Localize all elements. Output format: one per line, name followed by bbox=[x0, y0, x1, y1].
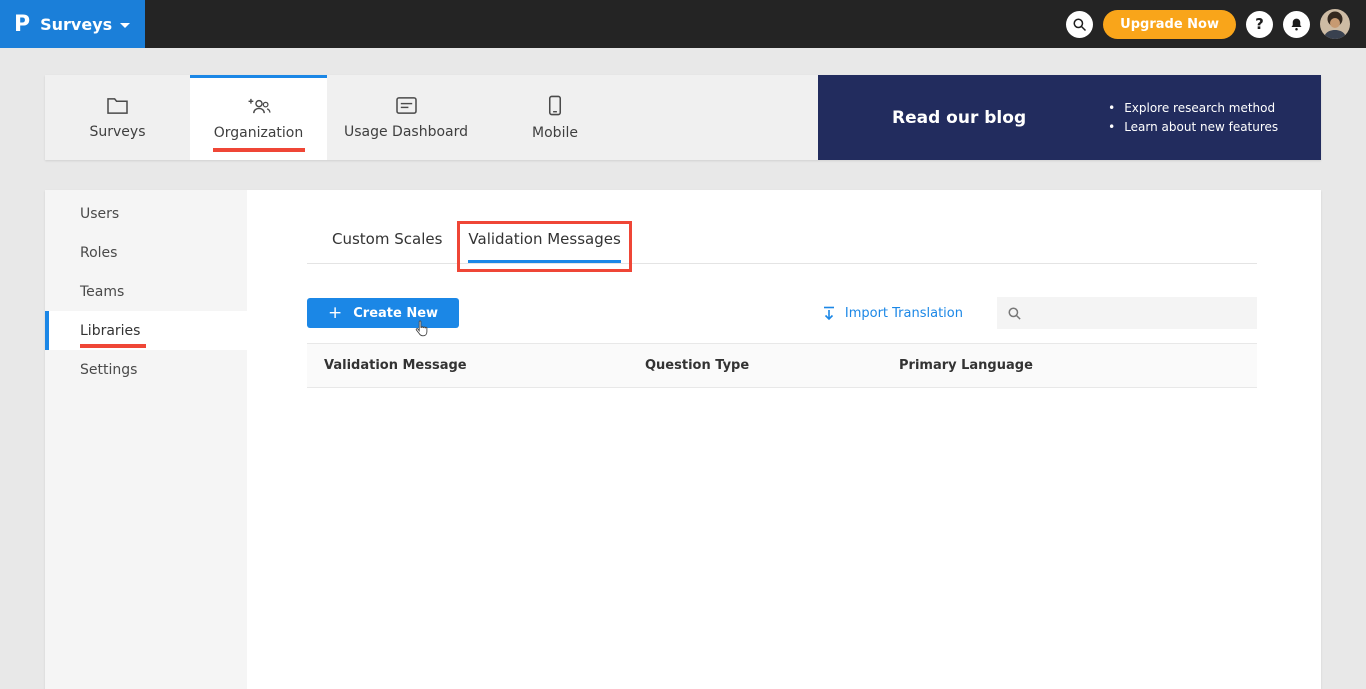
search-icon bbox=[1073, 18, 1087, 31]
nav-tab-mobile[interactable]: Mobile bbox=[485, 75, 625, 160]
topbar: P Surveys Upgrade Now ? bbox=[0, 0, 1366, 48]
library-tabs: Custom Scales Validation Messages bbox=[307, 221, 1257, 272]
bell-icon bbox=[1291, 18, 1302, 30]
table-header-row: Validation Message Question Type Primary… bbox=[307, 343, 1257, 388]
annotation-underline bbox=[80, 344, 146, 348]
blog-title: Read our blog bbox=[892, 107, 1027, 128]
import-translation-link[interactable]: Import Translation bbox=[822, 306, 963, 321]
blog-bullet: Learn about new features bbox=[1108, 120, 1278, 134]
page: P Surveys Upgrade Now ? Surveys Organiza… bbox=[0, 0, 1366, 689]
sidebar-item-teams[interactable]: Teams bbox=[45, 272, 247, 311]
help-button[interactable]: ? bbox=[1246, 10, 1273, 38]
avatar[interactable] bbox=[1320, 9, 1350, 39]
primary-nav: Surveys Organization Usage Dashboard Mob… bbox=[45, 75, 1321, 160]
blog-banner[interactable]: Read our blog Explore research method Le… bbox=[818, 75, 1321, 160]
column-header-validation-message: Validation Message bbox=[324, 358, 467, 373]
mobile-phone-icon bbox=[548, 95, 562, 115]
product-switcher[interactable]: P Surveys bbox=[0, 0, 145, 48]
notifications-button[interactable] bbox=[1283, 10, 1310, 38]
create-new-label: Create New bbox=[353, 305, 439, 321]
sidebar-item-roles[interactable]: Roles bbox=[45, 233, 247, 272]
sidebar-item-settings[interactable]: Settings bbox=[45, 350, 247, 389]
sidebar-item-label: Teams bbox=[80, 283, 125, 300]
nav-tab-surveys[interactable]: Surveys bbox=[45, 75, 190, 160]
product-label: Surveys bbox=[40, 14, 113, 34]
blog-bullet-list: Explore research method Learn about new … bbox=[1108, 96, 1278, 139]
toolbar-left: + Create New bbox=[307, 298, 460, 337]
nav-tab-label: Organization bbox=[213, 125, 304, 141]
toolbar: + Create New Import Translation bbox=[307, 297, 1257, 337]
nav-tab-organization[interactable]: Organization bbox=[190, 75, 327, 160]
blog-bullet: Explore research method bbox=[1108, 101, 1278, 115]
sidebar-item-label: Libraries bbox=[80, 322, 141, 339]
main-panel: Users Roles Teams Libraries Settings Cus… bbox=[45, 190, 1321, 689]
dashboard-icon bbox=[395, 96, 417, 114]
settings-sidebar: Users Roles Teams Libraries Settings bbox=[45, 190, 247, 689]
topbar-actions: Upgrade Now ? bbox=[1066, 9, 1366, 39]
tab-validation-messages[interactable]: Validation Messages bbox=[457, 221, 632, 272]
questionpro-logo-icon: P bbox=[14, 11, 31, 37]
upgrade-button[interactable]: Upgrade Now bbox=[1103, 9, 1236, 39]
sidebar-item-label: Roles bbox=[80, 244, 118, 261]
import-translation-label: Import Translation bbox=[844, 305, 963, 321]
create-new-button[interactable]: + Create New bbox=[307, 298, 460, 328]
search-button[interactable] bbox=[1066, 10, 1094, 38]
nav-tab-label: Usage Dashboard bbox=[343, 123, 469, 140]
import-icon bbox=[823, 306, 834, 320]
sidebar-item-label: Settings bbox=[80, 361, 138, 378]
primary-nav-tabs: Surveys Organization Usage Dashboard Mob… bbox=[45, 75, 818, 160]
search-icon bbox=[1008, 307, 1021, 320]
sidebar-item-libraries[interactable]: Libraries bbox=[45, 311, 247, 350]
column-header-question-type: Question Type bbox=[645, 358, 750, 373]
tab-custom-scales[interactable]: Custom Scales bbox=[332, 230, 442, 263]
nav-tab-label: Surveys bbox=[89, 123, 146, 140]
annotation-underline bbox=[212, 148, 305, 152]
column-header-primary-language: Primary Language bbox=[899, 358, 1033, 373]
folder-icon bbox=[107, 97, 128, 114]
sidebar-item-users[interactable]: Users bbox=[45, 194, 247, 233]
organization-people-icon bbox=[248, 98, 271, 114]
nav-tab-usage-dashboard[interactable]: Usage Dashboard bbox=[327, 75, 485, 160]
search-input[interactable] bbox=[1030, 305, 1247, 321]
tab-label: Validation Messages bbox=[468, 230, 621, 248]
libraries-content: Custom Scales Validation Messages + Crea… bbox=[247, 190, 1321, 689]
avatar-image bbox=[1320, 9, 1350, 39]
sidebar-item-label: Users bbox=[80, 205, 120, 222]
tab-label: Custom Scales bbox=[332, 230, 443, 248]
plus-icon: + bbox=[328, 302, 343, 323]
chevron-down-icon bbox=[120, 22, 131, 28]
table-search[interactable] bbox=[997, 297, 1257, 329]
toolbar-right: Import Translation bbox=[822, 297, 1257, 329]
nav-tab-label: Mobile bbox=[532, 124, 578, 141]
question-mark-icon: ? bbox=[1255, 15, 1264, 33]
